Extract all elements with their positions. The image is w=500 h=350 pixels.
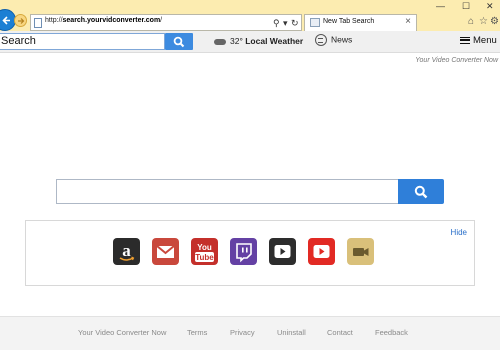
page-icon	[34, 18, 42, 28]
news-icon	[315, 34, 327, 46]
weather-label: Local Weather	[245, 36, 304, 46]
magnifier-icon	[414, 185, 428, 199]
toolbar-search-button[interactable]	[165, 33, 193, 50]
twitch-icon	[236, 243, 252, 263]
menu-label: Menu	[473, 35, 497, 46]
forward-arrow-icon	[18, 18, 25, 24]
footer-link-contact[interactable]: Contact	[327, 328, 353, 337]
favorites-star-icon[interactable]: ☆	[479, 16, 488, 27]
site-toolbar: Search 32° Local Weather News Menu	[0, 31, 500, 53]
amazon-icon: a	[119, 241, 135, 261]
hide-link[interactable]: Hide	[451, 228, 467, 237]
youtube-icon: You Tube	[195, 243, 214, 262]
svg-text:Tube: Tube	[195, 253, 214, 262]
tile-gmail[interactable]	[152, 238, 179, 265]
news-label: News	[331, 34, 353, 45]
brand-tagline: Your Video Converter Now	[415, 57, 498, 64]
tile-twitch[interactable]	[230, 238, 257, 265]
main-search-input[interactable]	[56, 179, 399, 204]
minimize-icon[interactable]: —	[436, 1, 445, 11]
footer-link-terms[interactable]: Terms	[187, 328, 207, 337]
browser-chrome: http://search.yourvidconverter.com/ ⚲ ▾ …	[0, 0, 500, 32]
tile-youtube-play[interactable]	[308, 238, 335, 265]
tile-video-player[interactable]	[269, 238, 296, 265]
shortcut-tiles-panel: Hide a You Tube	[25, 220, 475, 286]
home-icon[interactable]: ⌂	[468, 16, 474, 27]
settings-gear-icon[interactable]: ⚙	[490, 16, 499, 27]
tab-favicon-icon	[310, 18, 320, 27]
toolbar-search-placeholder: Search	[1, 35, 36, 47]
svg-text:You: You	[197, 243, 212, 252]
magnifier-icon	[173, 36, 185, 48]
play-icon	[274, 245, 291, 258]
maximize-icon[interactable]: ☐	[462, 1, 470, 12]
back-arrow-icon	[2, 16, 10, 25]
weather-widget[interactable]: 32° Local Weather	[214, 36, 303, 46]
window-close-icon[interactable]: ✕	[486, 1, 494, 12]
gmail-icon	[156, 245, 175, 258]
dropdown-icon[interactable]: ▾	[283, 16, 288, 30]
footer-link-feedback[interactable]: Feedback	[375, 328, 408, 337]
url-text: http://search.yourvidconverter.com/	[45, 17, 163, 24]
tab-close-icon[interactable]: ×	[405, 16, 411, 27]
news-link[interactable]: News	[315, 34, 352, 46]
tab-new-tab-search[interactable]: New Tab Search ×	[304, 14, 417, 32]
refresh-icon[interactable]: ↻	[291, 16, 299, 30]
main-search-button[interactable]	[398, 179, 444, 204]
forward-button[interactable]	[14, 14, 27, 27]
toolbar-search-input[interactable]: Search	[0, 33, 165, 50]
menu-button[interactable]: Menu	[460, 35, 497, 46]
search-icon[interactable]: ⚲	[273, 16, 280, 30]
footer-link-uninstall[interactable]: Uninstall	[277, 328, 306, 337]
footer-link-privacy[interactable]: Privacy	[230, 328, 255, 337]
play-icon	[313, 245, 330, 258]
tile-youtube[interactable]: You Tube	[191, 238, 218, 265]
camera-icon	[353, 248, 369, 256]
tile-amazon[interactable]: a	[113, 238, 140, 265]
svg-text:a: a	[122, 241, 131, 260]
address-bar[interactable]: http://search.yourvidconverter.com/ ⚲ ▾ …	[30, 14, 302, 31]
weather-temp: 32°	[230, 36, 243, 46]
cloud-icon	[214, 38, 226, 45]
footer-link-brand[interactable]: Your Video Converter Now	[78, 328, 166, 337]
tab-title: New Tab Search	[323, 18, 375, 25]
footer: Your Video Converter Now Terms Privacy U…	[0, 316, 500, 350]
hamburger-icon	[460, 36, 470, 44]
tile-video-converter[interactable]	[347, 238, 374, 265]
